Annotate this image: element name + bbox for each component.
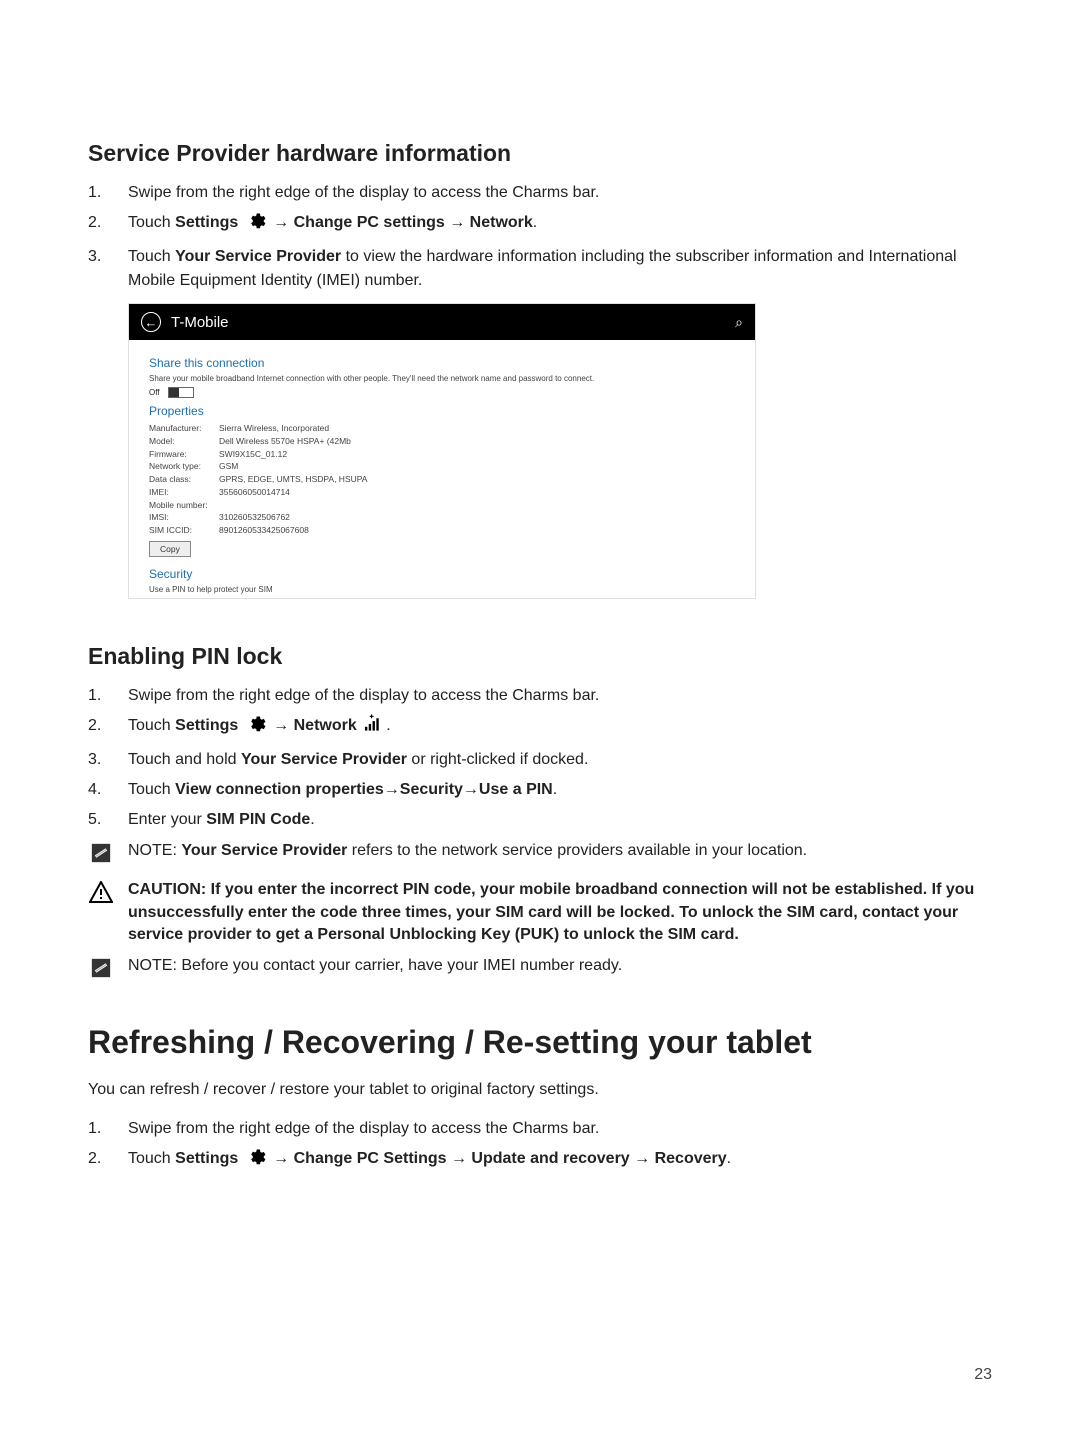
share-description: Share your mobile broadband Internet con… bbox=[149, 374, 735, 383]
intro-text: You can refresh / recover / restore your… bbox=[88, 1081, 992, 1099]
step-number: 1. bbox=[88, 684, 128, 708]
step-item: 4. Touch View connection properties→Secu… bbox=[88, 778, 992, 802]
use-pin-button[interactable]: Use a PIN bbox=[149, 598, 210, 599]
step-number: 1. bbox=[88, 181, 128, 205]
screenshot-title: T-Mobile bbox=[171, 314, 229, 331]
step-item: 1. Swipe from the right edge of the disp… bbox=[88, 1117, 992, 1141]
screenshot-header: ← T-Mobile ⌕ bbox=[129, 304, 755, 340]
step-text: Swipe from the right edge of the display… bbox=[128, 181, 992, 205]
security-description: Use a PIN to help protect your SIM bbox=[149, 585, 735, 594]
step-number: 1. bbox=[88, 1117, 128, 1141]
toggle-label: Off bbox=[149, 388, 160, 397]
step-item: 3. Touch and hold Your Service Provider … bbox=[88, 748, 992, 772]
caution-text: CAUTION: If you enter the incorrect PIN … bbox=[128, 879, 992, 946]
steps-list-1: 1. Swipe from the right edge of the disp… bbox=[88, 181, 992, 293]
steps-list-2: 1. Swipe from the right edge of the disp… bbox=[88, 684, 992, 832]
caution-icon bbox=[89, 881, 113, 910]
step-item: 5. Enter your SIM PIN Code. bbox=[88, 808, 992, 832]
copy-button[interactable]: Copy bbox=[149, 541, 191, 557]
step-number: 3. bbox=[88, 748, 128, 772]
steps-list-3: 1. Swipe from the right edge of the disp… bbox=[88, 1117, 992, 1175]
table-row: Manufacturer:Sierra Wireless, Incorporat… bbox=[149, 422, 735, 435]
back-icon[interactable]: ← bbox=[141, 312, 161, 332]
step-number: 2. bbox=[88, 1147, 128, 1175]
step-text: Swipe from the right edge of the display… bbox=[128, 684, 992, 708]
table-row: Mobile number: bbox=[149, 499, 735, 512]
table-row: Network type:GSM bbox=[149, 460, 735, 473]
note-label: NOTE: bbox=[128, 957, 177, 974]
table-row: Model:Dell Wireless 5570e HSPA+ (42Mb bbox=[149, 435, 735, 448]
note-icon bbox=[90, 842, 112, 871]
step-item: 1. Swipe from the right edge of the disp… bbox=[88, 181, 992, 205]
properties-heading: Properties bbox=[149, 404, 735, 418]
gear-icon bbox=[246, 211, 266, 239]
step-item: 3. Touch Your Service Provider to view t… bbox=[88, 245, 992, 293]
step-text: Swipe from the right edge of the display… bbox=[128, 1117, 992, 1141]
screenshot-tmobile-properties: ← T-Mobile ⌕ Share this connection Share… bbox=[128, 303, 756, 599]
step-text: Touch Your Service Provider to view the … bbox=[128, 245, 992, 293]
note-icon bbox=[90, 957, 112, 986]
table-row: IMSI:310260532506762 bbox=[149, 511, 735, 524]
properties-table: Manufacturer:Sierra Wireless, Incorporat… bbox=[149, 422, 735, 537]
step-text: Touch View connection properties→Securit… bbox=[128, 778, 992, 802]
gear-icon bbox=[246, 1147, 266, 1175]
table-row: IMEI:355606050014714 bbox=[149, 486, 735, 499]
security-heading: Security bbox=[149, 567, 735, 581]
note-block: NOTE: Before you contact your carrier, h… bbox=[88, 955, 992, 986]
step-text: Touch Settings → Change PC settings → Ne… bbox=[128, 211, 992, 239]
table-row: Firmware:SWI9X15C_01.12 bbox=[149, 448, 735, 461]
step-item: 1. Swipe from the right edge of the disp… bbox=[88, 684, 992, 708]
step-text: Touch Settings → Change PC Settings → Up… bbox=[128, 1147, 992, 1175]
table-row: SIM ICCID:8901260533425067608 bbox=[149, 524, 735, 537]
signal-bars-icon bbox=[364, 714, 383, 740]
table-row: Data class:GPRS, EDGE, UMTS, HSDPA, HSUP… bbox=[149, 473, 735, 486]
step-item: 2. Touch Settings → Change PC settings →… bbox=[88, 211, 992, 239]
heading-refreshing: Refreshing / Recovering / Re-setting you… bbox=[88, 1024, 992, 1061]
page-number: 23 bbox=[974, 1366, 992, 1384]
section-heading-enabling-pin: Enabling PIN lock bbox=[88, 643, 992, 670]
caution-block: CAUTION: If you enter the incorrect PIN … bbox=[88, 879, 992, 946]
step-text: Touch and hold Your Service Provider or … bbox=[128, 748, 992, 772]
step-number: 3. bbox=[88, 245, 128, 293]
note-block: NOTE: Your Service Provider refers to th… bbox=[88, 840, 992, 871]
section-heading-service-provider: Service Provider hardware information bbox=[88, 140, 992, 167]
step-number: 4. bbox=[88, 778, 128, 802]
step-item: 2. Touch Settings → Change PC Settings →… bbox=[88, 1147, 992, 1175]
share-heading: Share this connection bbox=[149, 356, 735, 370]
step-text: Enter your SIM PIN Code. bbox=[128, 808, 992, 832]
gear-icon bbox=[246, 714, 266, 742]
step-number: 2. bbox=[88, 211, 128, 239]
step-number: 5. bbox=[88, 808, 128, 832]
note-label: NOTE: bbox=[128, 842, 181, 859]
step-number: 2. bbox=[88, 714, 128, 742]
step-item: 2. Touch Settings → Network . bbox=[88, 714, 992, 742]
step-text: Touch Settings → Network . bbox=[128, 714, 992, 742]
share-toggle[interactable] bbox=[168, 387, 194, 398]
search-icon[interactable]: ⌕ bbox=[735, 314, 743, 331]
